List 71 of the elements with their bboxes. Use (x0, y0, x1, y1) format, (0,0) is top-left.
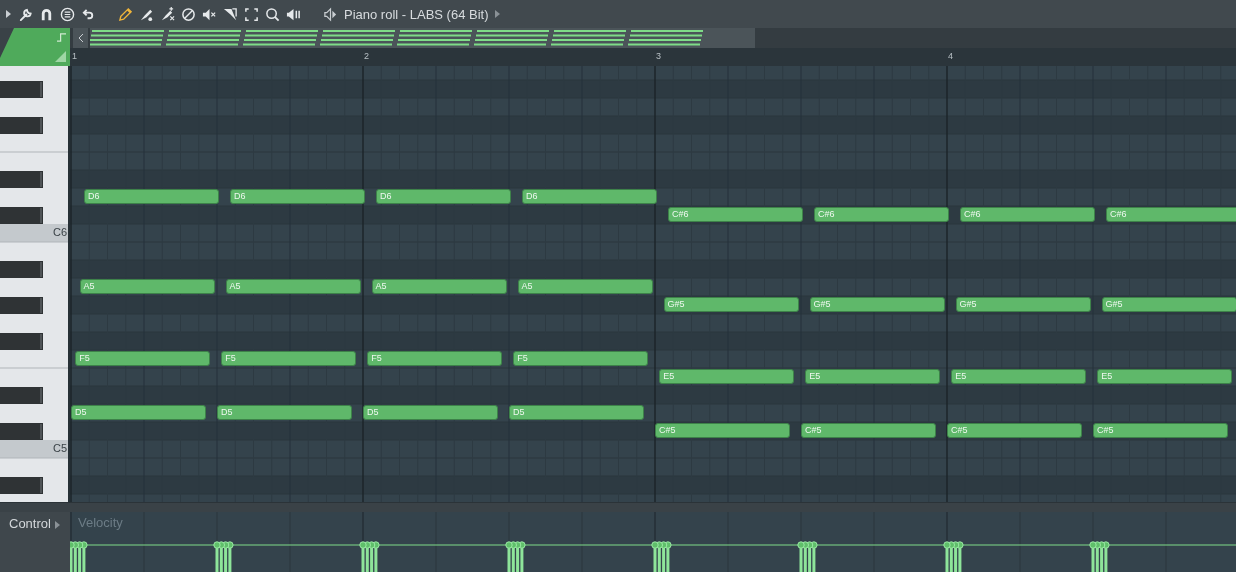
note-block[interactable]: F5 (513, 351, 649, 366)
step-icon (57, 33, 66, 42)
window-title: Piano roll - LABS (64 Bit) (344, 6, 489, 22)
pattern-overview-drawing[interactable] (90, 28, 755, 48)
scroll-left-button[interactable] (73, 28, 88, 48)
velocity-stem[interactable] (651, 541, 659, 572)
control-label[interactable]: Control (9, 516, 51, 531)
note-block[interactable]: D6 (83, 189, 219, 204)
bar-number: 2 (364, 51, 369, 61)
note-block[interactable]: G#5 (809, 297, 945, 312)
key-label: C6 (52, 226, 67, 238)
zoom-icon[interactable] (265, 6, 280, 22)
note-block[interactable]: G#5 (1101, 297, 1236, 312)
bar-number: 1 (72, 51, 77, 61)
pencil-icon[interactable] (118, 6, 133, 22)
menu-icon[interactable] (60, 6, 75, 22)
note-block[interactable]: A5 (79, 279, 215, 294)
note-block[interactable]: C#5 (947, 423, 1082, 438)
note-block[interactable]: E5 (951, 369, 1087, 384)
note-block[interactable]: E5 (805, 369, 941, 384)
timeline-ruler[interactable]: 1 2 3 4 (70, 48, 1236, 66)
menu-arrow-icon[interactable] (6, 9, 12, 19)
note-block[interactable]: A5 (225, 279, 361, 294)
note-block[interactable]: A5 (371, 279, 507, 294)
note-block[interactable]: D6 (375, 189, 511, 204)
velocity-stem[interactable] (359, 541, 367, 572)
brush-cross-icon[interactable] (160, 6, 175, 22)
note-block[interactable]: C#6 (667, 207, 803, 222)
note-block[interactable]: D5 (509, 405, 644, 420)
velocity-stem[interactable] (505, 541, 513, 572)
ramp-icon (55, 51, 66, 62)
note-block[interactable]: D6 (521, 189, 657, 204)
note-block[interactable]: C#5 (1093, 423, 1228, 438)
note-block[interactable]: C#6 (813, 207, 949, 222)
note-block[interactable]: G#5 (955, 297, 1091, 312)
speaker-cross-icon[interactable] (202, 6, 217, 22)
caret-icon[interactable] (54, 520, 61, 530)
note-block[interactable]: E5 (659, 369, 795, 384)
magnet-icon[interactable] (39, 6, 54, 22)
note-block[interactable]: D5 (363, 405, 498, 420)
velocity-stem[interactable] (1089, 541, 1097, 572)
velocity-stem[interactable] (797, 541, 805, 572)
velocity-stem[interactable] (213, 541, 221, 572)
speaker-icon[interactable] (323, 6, 338, 22)
note-block[interactable]: A5 (517, 279, 653, 294)
note-block[interactable]: D5 (217, 405, 352, 420)
note-block[interactable]: E5 (1097, 369, 1233, 384)
piano-keyboard-drawing[interactable] (0, 66, 70, 502)
wrench-icon[interactable] (18, 6, 33, 22)
note-block[interactable]: F5 (367, 351, 503, 366)
caret-icon[interactable] (494, 9, 501, 19)
note-block[interactable]: D5 (71, 405, 206, 420)
selection-icon[interactable] (244, 6, 259, 22)
note-block[interactable]: C#5 (801, 423, 936, 438)
velocity-stem[interactable] (70, 541, 75, 572)
note-block[interactable]: F5 (75, 351, 211, 366)
bar-number: 3 (656, 51, 661, 61)
no-entry-icon[interactable] (181, 6, 196, 22)
note-block[interactable]: C#5 (655, 423, 790, 438)
bar-number: 4 (948, 51, 953, 61)
note-block[interactable]: G#5 (663, 297, 799, 312)
key-label: C5 (52, 442, 67, 454)
velocity-stem[interactable] (943, 541, 951, 572)
note-block[interactable]: F5 (221, 351, 357, 366)
lane-name: Velocity (78, 515, 123, 530)
chevron-left-icon[interactable] (77, 33, 84, 43)
note-block[interactable]: C#6 (959, 207, 1095, 222)
note-block[interactable]: C#6 (1105, 207, 1236, 222)
note-block[interactable]: D6 (229, 189, 365, 204)
speaker-pause-icon[interactable] (286, 6, 301, 22)
control-tab[interactable] (0, 28, 70, 66)
